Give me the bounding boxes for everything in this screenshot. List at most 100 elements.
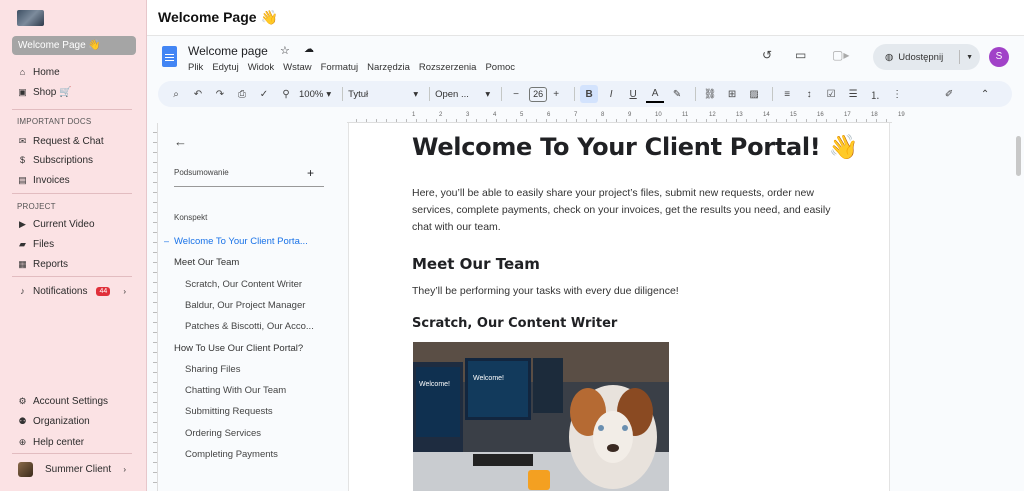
sidebar-item-current-video[interactable]: ▶ Current Video: [12, 215, 136, 234]
menu-format[interactable]: Formatuj: [321, 62, 358, 73]
sidebar-item-organization[interactable]: ⚉ Organization: [12, 412, 136, 431]
sidebar-item-reports[interactable]: ▦ Reports: [12, 255, 136, 274]
outline-item[interactable]: Chatting With Our Team: [185, 385, 325, 396]
outline-item[interactable]: Submitting Requests: [185, 406, 325, 417]
image-icon[interactable]: ▨: [745, 85, 763, 103]
outline-item[interactable]: Scratch, Our Content Writer: [185, 279, 325, 290]
ruler-number: 5: [520, 112, 524, 118]
user-menu[interactable]: Summer Client ›: [12, 460, 136, 479]
outline-item[interactable]: Sharing Files: [185, 364, 325, 375]
increase-font-icon[interactable]: +: [547, 85, 565, 103]
gear-icon: ⚙: [18, 396, 27, 406]
outline-label: Konspekt: [174, 213, 208, 222]
cloud-icon[interactable]: ☁: [304, 44, 314, 55]
chevron-down-icon[interactable]: ▼: [966, 54, 973, 61]
link-icon[interactable]: ⛓: [701, 85, 719, 103]
more-icon[interactable]: ⋮: [888, 85, 906, 103]
numbered-list-icon[interactable]: ⒈: [866, 85, 884, 103]
font-select[interactable]: Open ... ▾: [435, 89, 490, 100]
sidebar-item-help-center[interactable]: ⊕ Help center: [12, 433, 136, 452]
undo-icon[interactable]: ↶: [189, 85, 207, 103]
bullet-list-icon[interactable]: ☰: [844, 85, 862, 103]
paint-format-icon[interactable]: ⚲: [277, 85, 295, 103]
back-arrow-icon[interactable]: ←: [174, 134, 187, 149]
sidebar-item-files[interactable]: ▰ Files: [12, 235, 136, 254]
outline-item[interactable]: Meet Our Team: [174, 257, 239, 268]
sidebar-item-account-settings[interactable]: ⚙ Account Settings: [12, 392, 136, 411]
menu-edit[interactable]: Edytuj: [212, 62, 238, 73]
sidebar-item-home[interactable]: ⌂ Home: [12, 63, 136, 82]
outline-item[interactable]: Ordering Services: [185, 428, 325, 439]
notification-badge: 44: [96, 287, 111, 296]
company-logo[interactable]: [17, 10, 44, 26]
add-summary-icon[interactable]: +: [307, 166, 314, 180]
menu-file[interactable]: Plik: [188, 62, 203, 73]
search-icon[interactable]: ⌕: [167, 85, 185, 103]
outline-item[interactable]: Welcome To Your Client Porta...: [174, 236, 308, 247]
meet-icon[interactable]: ▢▸: [832, 48, 849, 62]
editing-mode-icon[interactable]: ✐: [940, 85, 958, 103]
sidebar-item-invoices[interactable]: ▤ Invoices: [12, 171, 136, 190]
outline-item[interactable]: How To Use Our Client Portal?: [174, 343, 303, 354]
summary-label: Podsumowanie: [174, 168, 229, 177]
menu-help[interactable]: Pomoc: [485, 62, 515, 73]
menu-view[interactable]: Widok: [248, 62, 274, 73]
italic-icon[interactable]: I: [602, 85, 620, 103]
sidebar-item-notifications[interactable]: ♪ Notifications 44 ›: [12, 282, 136, 301]
align-icon[interactable]: ≡: [778, 85, 796, 103]
checklist-icon[interactable]: ☑: [822, 85, 840, 103]
menu-insert[interactable]: Wstaw: [283, 62, 312, 73]
sidebar-item-welcome-page[interactable]: Welcome Page 👋: [12, 36, 136, 55]
outline-item[interactable]: Completing Payments: [185, 449, 325, 460]
sidebar-item-request-chat[interactable]: ✉ Request & Chat: [12, 132, 136, 151]
print-icon[interactable]: ⎙: [233, 85, 251, 103]
collapse-toolbar-icon[interactable]: ⌃: [976, 85, 994, 103]
sidebar-item-subscriptions[interactable]: $ Subscriptions: [12, 151, 136, 170]
document-page[interactable]: Welcome To Your Client Portal! 👋 Here, y…: [348, 123, 890, 491]
sidebar-divider: [12, 276, 132, 277]
user-avatar[interactable]: S: [989, 47, 1009, 67]
report-icon: ▦: [18, 259, 27, 269]
sidebar-divider: [12, 193, 132, 194]
file-icon: ▤: [18, 175, 27, 185]
menu-tools[interactable]: Narzędzia: [367, 62, 410, 73]
line-spacing-icon[interactable]: ↕: [800, 85, 818, 103]
ruler-number: 2: [439, 112, 443, 118]
zoom-select[interactable]: 100% ▾: [299, 89, 331, 100]
sidebar-item-label: Reports: [33, 259, 69, 270]
font-size-input[interactable]: 26: [529, 86, 548, 102]
history-icon[interactable]: ↺: [762, 48, 772, 62]
horizontal-ruler[interactable]: [347, 112, 892, 123]
sidebar-item-shop[interactable]: ▣ Shop 🛒: [12, 83, 136, 102]
vertical-scrollbar[interactable]: [1016, 136, 1021, 176]
bold-icon[interactable]: B: [580, 85, 599, 103]
document-title[interactable]: Welcome page: [188, 44, 268, 58]
sidebar-item-label: Help center: [33, 437, 85, 448]
underline-icon[interactable]: U: [624, 85, 642, 103]
decrease-font-icon[interactable]: −: [507, 85, 525, 103]
sidebar-item-label: Shop 🛒: [33, 87, 72, 98]
ruler-number: 9: [628, 112, 632, 118]
star-icon[interactable]: ☆: [280, 44, 290, 57]
menu-extensions[interactable]: Rozszerzenia: [419, 62, 477, 73]
globe-icon: ◍: [885, 51, 894, 63]
vertical-ruler[interactable]: [147, 123, 158, 491]
sidebar-item-label: Current Video: [33, 219, 95, 230]
style-select[interactable]: Tytuł ▾: [348, 89, 418, 100]
text-color-icon[interactable]: A: [646, 85, 665, 103]
redo-icon[interactable]: ↷: [211, 85, 229, 103]
highlight-icon[interactable]: ✎: [668, 85, 686, 103]
add-comment-icon[interactable]: ⊞: [723, 85, 741, 103]
spellcheck-icon[interactable]: ✓: [255, 85, 273, 103]
doc-heading-1: Welcome To Your Client Portal! 👋: [412, 133, 859, 161]
sidebar-item-label: Notifications: [33, 286, 88, 297]
comment-icon[interactable]: ▭: [795, 48, 806, 62]
outline-item[interactable]: Baldur, Our Project Manager: [185, 300, 325, 311]
avatar: [18, 462, 33, 477]
section-label-project: PROJECT: [17, 202, 56, 211]
ruler-number: 14: [763, 112, 770, 118]
outline-item[interactable]: Patches & Biscotti, Our Acco...: [185, 321, 325, 332]
people-icon: ⚉: [18, 416, 27, 426]
docs-logo-icon[interactable]: [162, 46, 177, 67]
share-button[interactable]: ◍ Udostępnij ▼: [873, 44, 980, 70]
